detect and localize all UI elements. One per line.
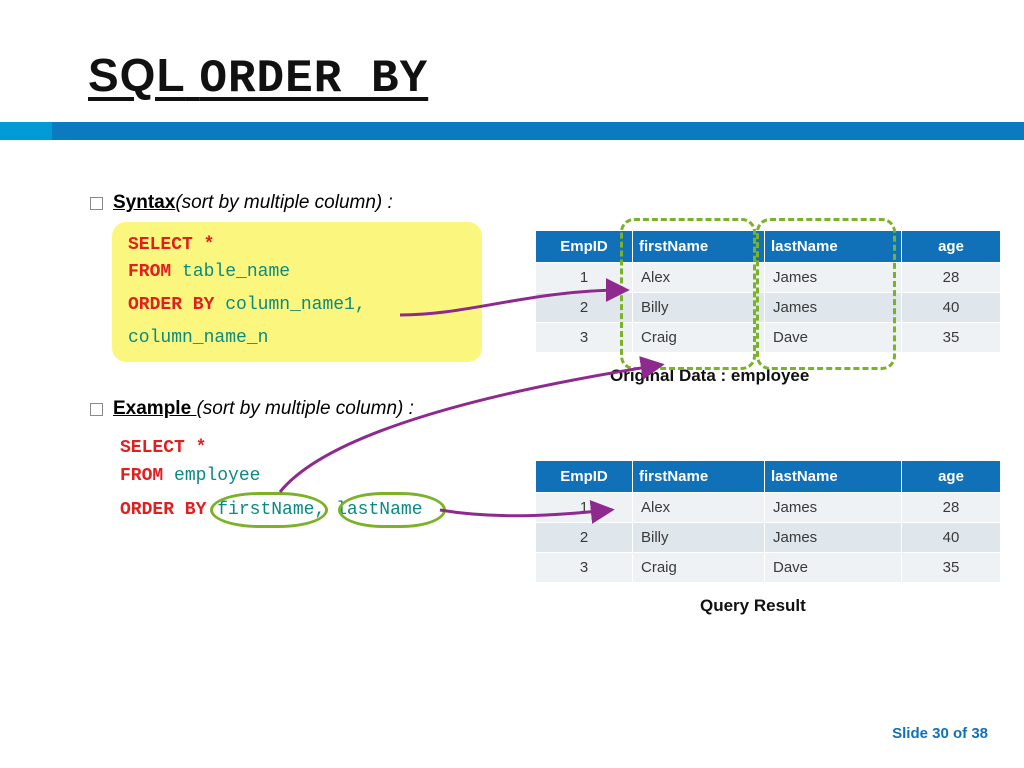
syntax-line-2: FROM table_name [128, 259, 466, 286]
example-code: SELECT * FROM employee ORDER BY firstNam… [120, 435, 423, 525]
bullet-example: Example (sort by multiple column) : [90, 398, 414, 420]
table-row: 2 Billy James 40 [536, 523, 1001, 553]
header-bar-accent [0, 122, 52, 140]
ex-from: FROM [120, 466, 163, 486]
th-empid: EmpID [536, 461, 633, 493]
kw-coln: column_name_n [128, 328, 268, 348]
bullet-syntax-label: Syntax [113, 192, 175, 213]
bullet-example-suffix: (sort by multiple column) : [196, 398, 414, 419]
example-line-3: ORDER BY firstName, lastName [120, 497, 423, 525]
bullet-syntax-text: Syntax(sort by multiple column) : [113, 192, 393, 214]
kw-star: * [204, 235, 215, 255]
th-firstname: firstName [633, 231, 765, 263]
kw-tablename: table_name [182, 262, 290, 282]
bullet-example-text: Example (sort by multiple column) : [113, 398, 414, 420]
bullet-syntax: Syntax(sort by multiple column) : [90, 192, 393, 214]
th-empid: EmpID [536, 231, 633, 263]
example-line-1: SELECT * [120, 435, 423, 463]
table-header-row: EmpID firstName lastName age [536, 231, 1001, 263]
ex-select: SELECT [120, 438, 185, 458]
result-table: EmpID firstName lastName age 1 Alex Jame… [535, 460, 1001, 583]
ex-comma: , [314, 500, 325, 520]
bullet-syntax-suffix: (sort by multiple column) : [175, 192, 393, 213]
caption-result: Query Result [700, 596, 806, 616]
th-lastname: lastName [765, 461, 902, 493]
slide-footer: Slide 30 of 38 [892, 725, 988, 742]
header-bar [0, 122, 1024, 140]
syntax-line-3: ORDER BY column_name1, [128, 292, 466, 319]
table-header-row: EmpID firstName lastName age [536, 461, 1001, 493]
bullet-example-label: Example [113, 398, 196, 419]
th-lastname: lastName [765, 231, 902, 263]
kw-select: SELECT [128, 235, 193, 255]
syntax-box: SELECT * FROM table_name ORDER BY column… [112, 222, 482, 362]
title-sql: SQL [88, 49, 186, 101]
ex-star: * [196, 438, 207, 458]
title-orderby: ORDER BY [199, 53, 428, 105]
ex-col1: firstName [217, 500, 314, 520]
kw-from: FROM [128, 262, 171, 282]
ex-orderby: ORDER BY [120, 500, 206, 520]
ex-table: employee [174, 466, 260, 486]
arrow-annotations [0, 0, 1024, 768]
table-row: 2 Billy James 40 [536, 293, 1001, 323]
bullet-box-icon [90, 403, 103, 416]
original-table: EmpID firstName lastName age 1 Alex Jame… [535, 230, 1001, 353]
slide-title: SQL ORDER BY [88, 48, 428, 105]
th-firstname: firstName [633, 461, 765, 493]
table-row: 3 Craig Dave 35 [536, 553, 1001, 583]
th-age: age [902, 231, 1001, 263]
table-row: 3 Craig Dave 35 [536, 323, 1001, 353]
table-row: 1 Alex James 28 [536, 493, 1001, 523]
th-age: age [902, 461, 1001, 493]
example-line-2: FROM employee [120, 463, 423, 491]
caption-original: Original Data : employee [610, 366, 809, 386]
kw-col1: column_name1, [225, 295, 365, 315]
syntax-line-4: column_name_n [128, 325, 466, 352]
syntax-line-1: SELECT * [128, 232, 466, 259]
kw-orderby: ORDER BY [128, 295, 214, 315]
table-row: 1 Alex James 28 [536, 263, 1001, 293]
ex-col2: lastName [336, 500, 422, 520]
bullet-box-icon [90, 197, 103, 210]
